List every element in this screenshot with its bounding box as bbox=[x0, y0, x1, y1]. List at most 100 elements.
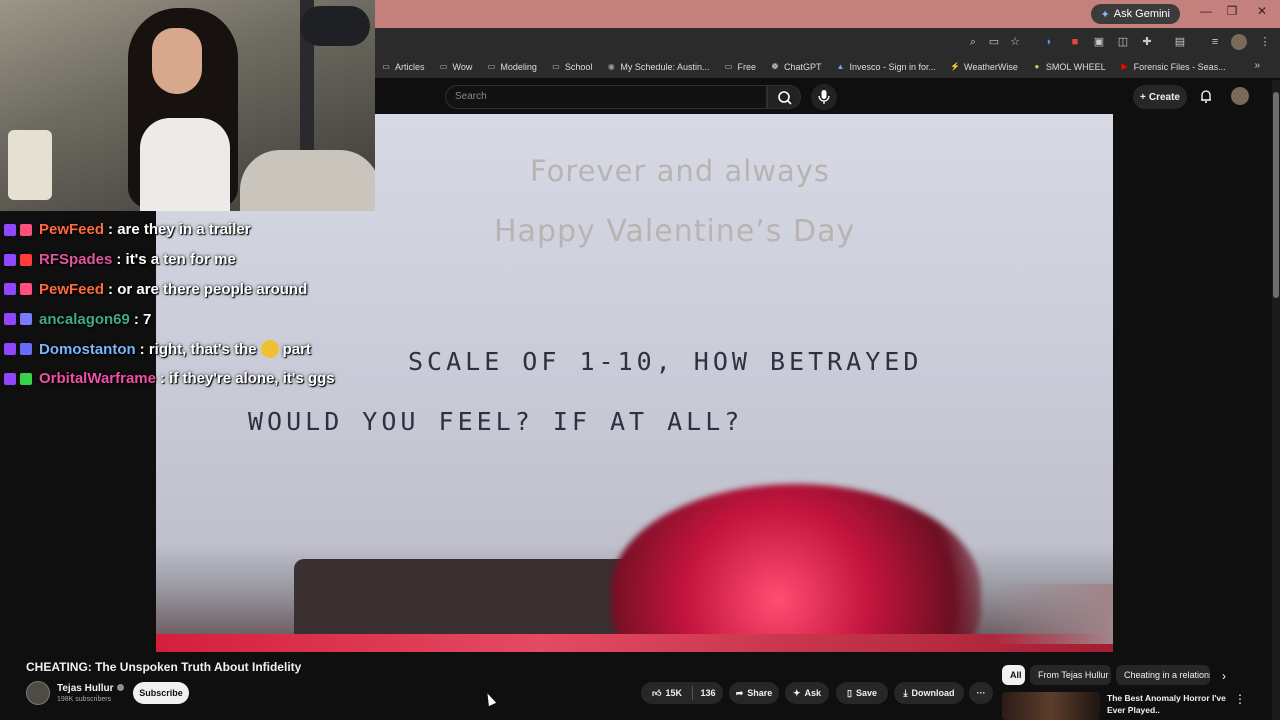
bookmark-item[interactable]: ▲ Invesco - Sign in for... bbox=[836, 62, 937, 72]
download-button[interactable]: ⤓ Download bbox=[894, 682, 964, 704]
subscribe-button[interactable]: Subscribe bbox=[133, 682, 189, 704]
like-button[interactable]: 👍︎ 15K bbox=[641, 682, 693, 704]
scrollbar-thumb[interactable] bbox=[1273, 92, 1279, 298]
kebab-menu-icon[interactable]: ⋮ bbox=[1257, 34, 1273, 50]
bookmark-label: Free bbox=[737, 62, 756, 72]
bookmark-label: My Schedule: Austin... bbox=[620, 62, 710, 72]
channel-name[interactable]: Tejas Hullur bbox=[57, 683, 124, 694]
download-icon: ⤓ bbox=[903, 687, 908, 698]
bookmark-item[interactable]: ▶ Forensic Files - Seas... bbox=[1120, 62, 1226, 72]
chat-username[interactable]: PewFeed bbox=[39, 281, 104, 298]
bookmark-item[interactable]: ▭ Articles bbox=[381, 62, 424, 72]
chat-text: : if they're alone, it's ggs bbox=[159, 370, 335, 388]
bookmark-label: WeatherWise bbox=[964, 62, 1018, 72]
chat-username[interactable]: PewFeed bbox=[39, 221, 104, 238]
folder-icon: ▭ bbox=[382, 62, 390, 71]
bookmark-star-icon[interactable]: ☆ bbox=[1007, 34, 1023, 50]
recommended-thumbnail[interactable] bbox=[1002, 692, 1100, 720]
chat-message: ancalagon69: 7 bbox=[4, 304, 384, 334]
account-avatar[interactable] bbox=[1231, 87, 1249, 105]
bookmark-item[interactable]: ❁ ChatGPT bbox=[770, 62, 822, 72]
cast-icon[interactable]: ▭ bbox=[986, 34, 1002, 50]
extension-icon[interactable]: ◫ bbox=[1115, 34, 1131, 50]
create-label: Create bbox=[1148, 91, 1180, 103]
more-actions-button[interactable]: ··· bbox=[969, 682, 993, 704]
bookmark-label: Wow bbox=[452, 62, 473, 72]
bookmark-item[interactable]: ◉ My Schedule: Austin... bbox=[606, 62, 710, 72]
share-button[interactable]: ➦ Share bbox=[729, 682, 779, 704]
bookmark-item[interactable]: ● SMOL WHEEL bbox=[1032, 62, 1106, 72]
youtube-icon: ▶ bbox=[1121, 62, 1128, 71]
download-label: Download bbox=[911, 688, 955, 698]
screen: ✦ Ask Gemini — ❐ ✕ ⌕ ▭ ☆ ◗ ■ ▣ ◫ ✚ ▤ ≡ ⋮… bbox=[0, 0, 1280, 720]
bookmark-item[interactable]: ⚡ WeatherWise bbox=[950, 62, 1018, 72]
extension-icon[interactable]: ◗ bbox=[1041, 34, 1057, 50]
restore-icon[interactable]: ❐ bbox=[1220, 4, 1244, 18]
notifications-bell-icon[interactable] bbox=[1198, 88, 1214, 104]
folder-icon: ▭ bbox=[487, 62, 496, 71]
chat-text: : 7 bbox=[133, 310, 152, 328]
verified-check-icon bbox=[116, 684, 124, 691]
share-icon: ➦ bbox=[735, 687, 744, 698]
sidepanel-icon[interactable]: ▤ bbox=[1172, 34, 1188, 50]
zoom-icon[interactable]: ⌕ bbox=[965, 34, 981, 50]
ask-gemini-button[interactable]: ✦ Ask Gemini bbox=[1090, 4, 1180, 24]
chat-message: OrbitalWarframe: if they're alone, it's … bbox=[4, 364, 384, 394]
bookmarks-more-button[interactable]: » bbox=[1254, 60, 1260, 71]
gemini-sparkle-icon: ✦ bbox=[1100, 8, 1110, 21]
chip-topic[interactable]: Cheating in a relationsh bbox=[1116, 665, 1210, 685]
webcam-microphone bbox=[300, 6, 370, 46]
bookmark-item[interactable]: ▭ Modeling bbox=[486, 62, 537, 72]
reading-list-icon[interactable]: ≡ bbox=[1207, 34, 1223, 50]
chat-username[interactable]: ancalagon69 bbox=[39, 311, 130, 328]
recommended-more-icon[interactable]: ⋮ bbox=[1234, 692, 1246, 706]
search-input[interactable]: Search bbox=[445, 85, 767, 109]
ask-button[interactable]: ✦ Ask bbox=[785, 682, 829, 704]
chat-username[interactable]: RFSpades bbox=[39, 251, 112, 268]
bookmark-label: ChatGPT bbox=[783, 62, 822, 72]
extension-icon[interactable]: ▣ bbox=[1091, 34, 1107, 50]
chat-text: : are they in a trailer bbox=[108, 221, 251, 239]
stream-chat: PewFeed: are they in a trailer RFSpades: … bbox=[4, 215, 384, 394]
dislike-button[interactable]: 136 bbox=[693, 682, 723, 704]
globe-icon: ◉ bbox=[607, 62, 615, 71]
youtube-header: Search + Create bbox=[375, 80, 1272, 114]
bookmark-label: Modeling bbox=[500, 62, 537, 72]
chat-username[interactable]: Domostanton bbox=[39, 341, 136, 358]
bookmark-label: SMOL WHEEL bbox=[1045, 62, 1106, 72]
chat-badge-icon bbox=[4, 253, 16, 266]
chip-from-channel[interactable]: From Tejas Hullur bbox=[1030, 665, 1111, 685]
save-button[interactable]: ▯ Save bbox=[836, 682, 888, 704]
voice-search-button[interactable] bbox=[811, 84, 837, 110]
share-label: Share bbox=[747, 688, 773, 698]
chat-badge-icon bbox=[4, 223, 16, 236]
chip-all[interactable]: All bbox=[1002, 665, 1025, 685]
ask-label: Ask bbox=[804, 688, 822, 698]
channel-avatar[interactable] bbox=[26, 681, 50, 705]
recommended-title[interactable]: The Best Anomaly Horror I've Ever Played… bbox=[1107, 692, 1227, 716]
subscriber-count: 198K subscribers bbox=[57, 696, 112, 703]
wheel-icon: ● bbox=[1034, 62, 1040, 71]
bookmark-item[interactable]: ▭ Wow bbox=[439, 62, 473, 72]
minimize-icon[interactable]: — bbox=[1194, 4, 1218, 18]
chevron-right-icon[interactable]: › bbox=[1222, 669, 1226, 683]
folder-icon: ▭ bbox=[724, 62, 733, 71]
bookmark-item[interactable]: ▭ School bbox=[551, 62, 592, 72]
webcam-overlay bbox=[0, 0, 375, 211]
profile-avatar-icon[interactable] bbox=[1231, 34, 1247, 50]
chat-username[interactable]: OrbitalWarframe bbox=[39, 370, 156, 387]
close-icon[interactable]: ✕ bbox=[1250, 4, 1274, 18]
webcam-cup bbox=[8, 130, 52, 200]
bookmark-icon: ▯ bbox=[847, 687, 852, 698]
bookmark-label: Invesco - Sign in for... bbox=[849, 62, 937, 72]
search-button[interactable] bbox=[767, 85, 801, 109]
bookmark-item[interactable]: ▭ Free bbox=[723, 62, 756, 72]
handwritten-text-line1: SCALE OF 1-10, HOW BETRAYED bbox=[408, 347, 923, 376]
puzzle-icon[interactable]: ✚ bbox=[1139, 34, 1155, 50]
chat-badge-icon bbox=[20, 253, 32, 266]
create-button[interactable]: + Create bbox=[1133, 85, 1187, 109]
dislike-count: 136 bbox=[700, 688, 716, 698]
extension-icon[interactable]: ■ bbox=[1067, 34, 1083, 50]
bookmarks-bar: ▭ Articles ▭ Wow ▭ Modeling ▭ School ◉ My Schedul… bbox=[375, 56, 1280, 78]
folder-icon: ▭ bbox=[552, 62, 560, 71]
